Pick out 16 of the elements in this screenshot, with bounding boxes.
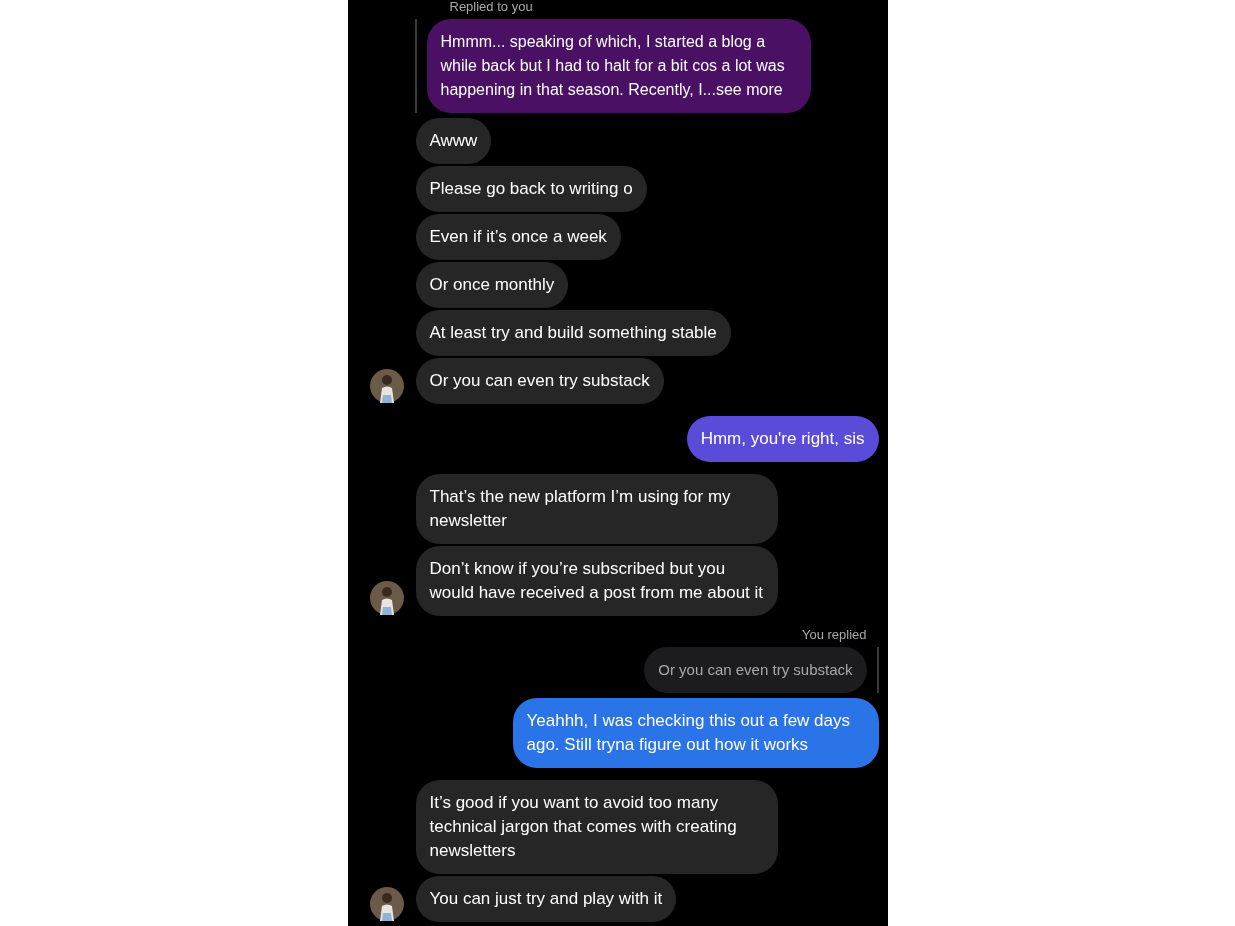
received-message: Don’t know if you’re subscribed but you would have received a post from me about it: [415, 546, 778, 616]
reply-label: Replied to you: [449, 0, 533, 14]
received-message: Even if it’s once a week: [415, 214, 621, 260]
received-message: You can just try and play with it: [415, 876, 677, 922]
quoted-message: Hmmm... speaking of which, I started a blog a while back but I had to halt for a bit cos a lot was happening in that season. Recently, I...see more: [426, 19, 811, 113]
sent-message: Yeahhh, I was checking this out a few days ago. Still tryna figure out how it works: [512, 698, 879, 768]
reply-label: You replied: [801, 628, 867, 642]
received-message: At least try and build something stable: [415, 310, 731, 356]
received-message: Or once monthly: [415, 262, 569, 308]
sent-message: Hmm, you're right, sis: [686, 416, 879, 462]
received-message: That’s the new platform I’m using for my newsletter: [415, 474, 778, 544]
received-message: Or you can even try substack: [415, 358, 664, 404]
received-message: Awww: [415, 118, 492, 164]
received-message: It’s good if you want to avoid too many technical jargon that comes with creating newsletters: [415, 780, 778, 874]
received-message: Please go back to writing o: [415, 166, 647, 212]
quoted-message: Or you can even try substack: [644, 647, 867, 693]
